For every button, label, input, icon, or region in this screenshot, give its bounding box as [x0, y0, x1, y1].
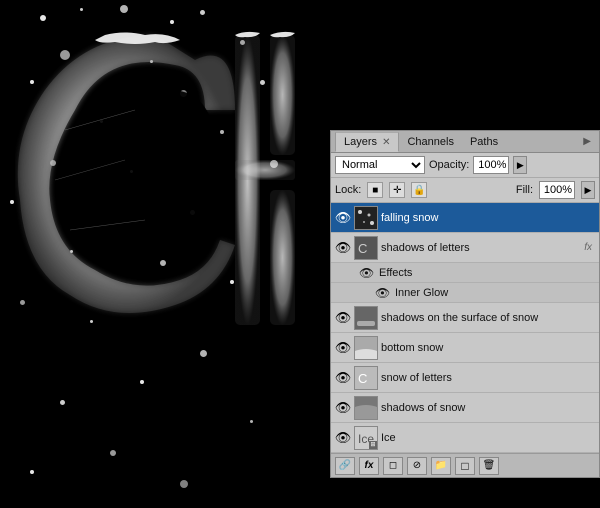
layers-list[interactable]: 👁 falling snow 👁 C shado	[331, 203, 599, 453]
new-group-button[interactable]: 📁	[431, 457, 451, 475]
layer-item-shadows-snow[interactable]: 👁 shadows of snow	[331, 393, 599, 423]
layer-thumb-falling-snow	[354, 206, 378, 230]
layer-eye-falling-snow[interactable]: 👁	[335, 210, 351, 226]
blend-mode-row: Normal Opacity: ▶	[331, 153, 599, 178]
layer-item-ice[interactable]: 👁 Ice ⊞ Ice	[331, 423, 599, 453]
tab-layers[interactable]: Layers ✕	[335, 132, 399, 152]
letter-c-svg	[15, 30, 235, 330]
panel-toolbar: 🔗 fx ◻ ⊘ 📁 □ 🗑	[331, 453, 599, 477]
layer-eye-shadows-snow[interactable]: 👁	[335, 400, 351, 416]
layers-panel: Layers ✕ Channels Paths ▶ Normal Opacity…	[330, 130, 600, 478]
layer-item-bottom-snow[interactable]: 👁 bottom snow	[331, 333, 599, 363]
layer-eye-ice[interactable]: 👁	[335, 430, 351, 446]
layer-name-bottom-snow: bottom snow	[381, 342, 595, 354]
lock-pixel-button[interactable]: ■	[367, 182, 383, 198]
lock-row: Lock: ■ ✛ 🔒 Fill: ▶	[331, 178, 599, 203]
effects-label: 👁 Effects	[331, 263, 599, 283]
tab-layers-label: Layers	[344, 136, 377, 148]
add-mask-button[interactable]: ◻	[383, 457, 403, 475]
layer-name-shadows-letters: shadows of letters	[381, 242, 578, 254]
layer-name-shadows-surface: shadows on the surface of snow	[381, 312, 595, 324]
opacity-input[interactable]	[473, 156, 509, 174]
opacity-label: Opacity:	[429, 159, 469, 171]
layer-item-snow-letters[interactable]: 👁 C snow of letters	[331, 363, 599, 393]
tab-channels-label: Channels	[407, 136, 453, 148]
layer-name-shadows-snow: shadows of snow	[381, 402, 595, 414]
layer-thumb-shadows-letters: C	[354, 236, 378, 260]
effects-eye-icon: 👁	[359, 266, 375, 280]
lock-label: Lock:	[335, 184, 361, 196]
fill-input[interactable]	[539, 181, 575, 199]
layer-item-shadows-letters[interactable]: 👁 C shadows of letters fx	[331, 233, 599, 263]
panel-tabs: Layers ✕ Channels Paths ▶	[331, 131, 599, 153]
layer-name-falling-snow: falling snow	[381, 212, 595, 224]
tab-layers-close[interactable]: ✕	[382, 137, 390, 148]
adjustment-button[interactable]: ⊘	[407, 457, 427, 475]
layer-thumb-bottom-snow	[354, 336, 378, 360]
inner-glow-eye-icon: 👁	[375, 286, 391, 300]
layer-thumb-shadows-surface	[354, 306, 378, 330]
layer-eye-shadows-letters[interactable]: 👁	[335, 240, 351, 256]
fill-label: Fill:	[516, 184, 533, 196]
panel-collapse-button[interactable]: ▶	[579, 136, 595, 147]
inner-glow-item[interactable]: 👁 Inner Glow	[331, 283, 599, 303]
delete-layer-button[interactable]: 🗑	[479, 457, 499, 475]
tab-paths[interactable]: Paths	[462, 133, 506, 151]
layer-styles-button[interactable]: fx	[359, 457, 379, 475]
letter-second-svg	[230, 30, 320, 340]
layer-item-falling-snow[interactable]: 👁 falling snow	[331, 203, 599, 233]
layer-eye-shadows-surface[interactable]: 👁	[335, 310, 351, 326]
layer-fx-shadows-letters: fx	[581, 242, 595, 253]
layer-thumb-ice: Ice ⊞	[354, 426, 378, 450]
layer-eye-bottom-snow[interactable]: 👁	[335, 340, 351, 356]
blend-mode-select[interactable]: Normal	[335, 156, 425, 174]
svg-text:C: C	[358, 371, 367, 386]
tab-paths-label: Paths	[470, 136, 498, 148]
lock-move-button[interactable]: ✛	[389, 182, 405, 198]
lock-all-button[interactable]: 🔒	[411, 182, 427, 198]
fill-arrow-button[interactable]: ▶	[581, 181, 595, 199]
layer-item-shadows-surface[interactable]: 👁 shadows on the surface of snow	[331, 303, 599, 333]
svg-text:C: C	[358, 241, 367, 256]
layer-thumb-shadows-snow	[354, 396, 378, 420]
tab-channels[interactable]: Channels	[399, 133, 461, 151]
layer-name-snow-letters: snow of letters	[381, 372, 595, 384]
link-layers-button[interactable]: 🔗	[335, 457, 355, 475]
layer-eye-snow-letters[interactable]: 👁	[335, 370, 351, 386]
new-layer-button[interactable]: □	[455, 457, 475, 475]
effects-text: Effects	[379, 267, 412, 279]
layer-name-ice: Ice	[381, 432, 595, 444]
opacity-arrow-button[interactable]: ▶	[513, 156, 527, 174]
inner-glow-label: Inner Glow	[395, 287, 448, 299]
layer-thumb-snow-letters: C	[354, 366, 378, 390]
